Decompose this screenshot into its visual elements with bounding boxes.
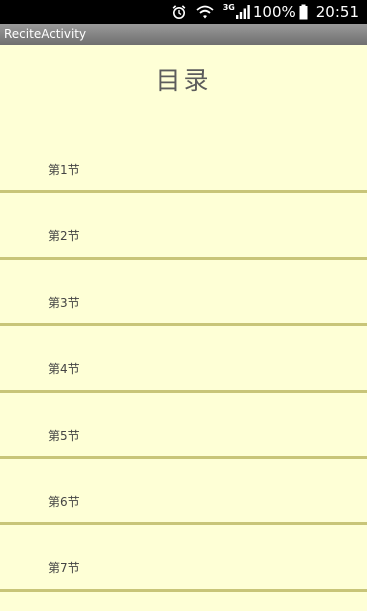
list-item-section-6[interactable]: 第6节 bbox=[0, 459, 367, 526]
main-content: 目录 第1节 第2节 第3节 第4节 第5节 第6节 第7节 bbox=[0, 45, 367, 611]
list-item-section-7[interactable]: 第7节 bbox=[0, 525, 367, 592]
list-item-section-5[interactable]: 第5节 bbox=[0, 393, 367, 459]
status-bar: 3G 100% 20:51 bbox=[0, 0, 367, 24]
section-label: 第5节 bbox=[48, 428, 80, 443]
list-item-section-3[interactable]: 第3节 bbox=[0, 260, 367, 327]
section-label: 第1节 bbox=[48, 163, 80, 177]
signal-bars-icon bbox=[235, 0, 250, 24]
network-type: 3G bbox=[222, 3, 235, 12]
section-label: 第7节 bbox=[48, 561, 80, 576]
list-item-section-4[interactable]: 第4节 bbox=[0, 326, 367, 393]
list-item-section-1[interactable]: 第1节 bbox=[0, 127, 367, 194]
battery-icon bbox=[299, 0, 308, 24]
clock-time: 20:51 bbox=[315, 3, 359, 21]
section-label: 第2节 bbox=[48, 229, 80, 244]
app-title: ReciteActivity bbox=[4, 27, 87, 41]
section-label: 第4节 bbox=[48, 362, 80, 377]
page-title: 目录 bbox=[155, 66, 212, 95]
list-item-section-2[interactable]: 第2节 bbox=[0, 193, 367, 260]
section-list: 第1节 第2节 第3节 第4节 第5节 第6节 第7节 bbox=[0, 127, 367, 592]
alarm-clock-icon bbox=[171, 0, 187, 24]
battery-percent: 100% bbox=[252, 3, 296, 21]
wifi-icon bbox=[195, 0, 215, 24]
section-label: 第3节 bbox=[48, 295, 80, 310]
app-title-bar: ReciteActivity bbox=[0, 24, 367, 45]
screen: 3G 100% 20:51 ReciteActivity 目录 第1节 第2节 … bbox=[0, 0, 367, 611]
section-label: 第6节 bbox=[48, 494, 80, 509]
